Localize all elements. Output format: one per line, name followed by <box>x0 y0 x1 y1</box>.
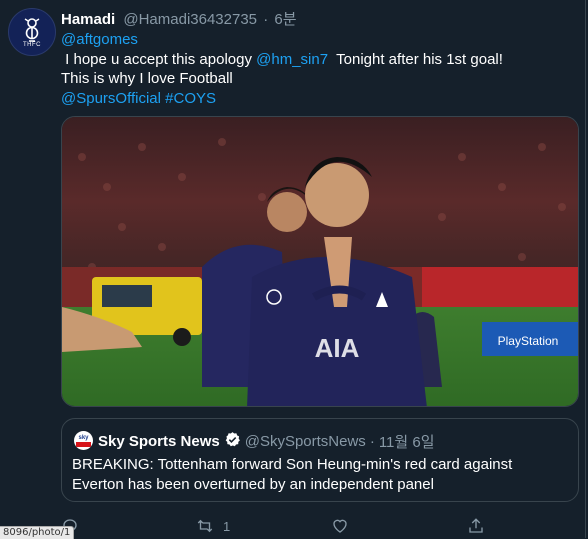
quote-avatar-bar <box>76 441 91 447</box>
board-text-right: PlayStation <box>498 334 559 348</box>
quote-text-line: BREAKING: Tottenham forward Son Heung-mi… <box>72 456 513 473</box>
quote-text-line: Everton has been overturned by an indepe… <box>72 476 434 493</box>
display-name[interactable]: Hamadi <box>61 11 115 28</box>
status-bar-url: 8096/photo/1 <box>0 526 75 539</box>
user-handle[interactable]: @Hamadi36432735 <box>123 11 257 28</box>
like-button[interactable] <box>331 517 349 535</box>
quote-display-name: Sky Sports News <box>98 433 220 450</box>
share-icon <box>469 518 483 533</box>
tweet-timestamp[interactable]: 6분 <box>274 11 296 28</box>
tweet-actions: 1 <box>61 515 501 538</box>
avatar-label: THFC <box>23 41 41 48</box>
quote-header: Sky Sports News @SkySportsNews · 11월 6일 <box>98 431 435 452</box>
quote-handle: @SkySportsNews <box>244 433 366 450</box>
mention-link[interactable]: @hm_sin7 <box>256 51 328 68</box>
tweet-text-line: This is why I love Football <box>61 70 233 87</box>
tweet-text-segment: Tonight after his 1st goal! <box>328 50 503 68</box>
verified-badge-icon <box>224 431 241 452</box>
football-photo: PlayStation AIA <box>62 117 578 406</box>
like-icon <box>333 519 347 533</box>
quote-separator-dot: · <box>369 433 375 450</box>
retweet-count: 1 <box>223 518 231 534</box>
hashtag-link[interactable]: #COYS <box>165 90 216 107</box>
quote-avatar: sky <box>74 431 93 450</box>
mention-link[interactable]: @SpursOfficial <box>61 90 161 107</box>
board-text-left: AIA <box>315 333 360 363</box>
tweet-text-segment: I hope u accept this apology <box>61 50 257 68</box>
separator-dot: · <box>263 11 269 28</box>
quoted-tweet[interactable]: sky Sky Sports News @SkySportsNews · 11월… <box>61 418 579 502</box>
avatar[interactable]: THFC <box>8 8 56 56</box>
quote-timestamp: 11월 6일 <box>378 434 435 451</box>
retweet-icon <box>197 519 213 533</box>
retweet-button[interactable]: 1 <box>195 517 230 535</box>
tweet-header: Hamadi @Hamadi36432735 · 6분 <box>61 8 297 29</box>
tweet-photo[interactable]: PlayStation AIA <box>61 116 579 407</box>
tweet-text: @aftgomes I hope u accept this apology @… <box>61 30 576 108</box>
reply-mention-link[interactable]: @aftgomes <box>61 31 138 48</box>
column-divider <box>585 0 586 538</box>
quote-avatar-text: sky <box>78 434 89 441</box>
cockerel-logo-icon <box>24 17 40 42</box>
quote-text: BREAKING: Tottenham forward Son Heung-mi… <box>72 455 572 495</box>
share-button[interactable] <box>467 517 485 535</box>
